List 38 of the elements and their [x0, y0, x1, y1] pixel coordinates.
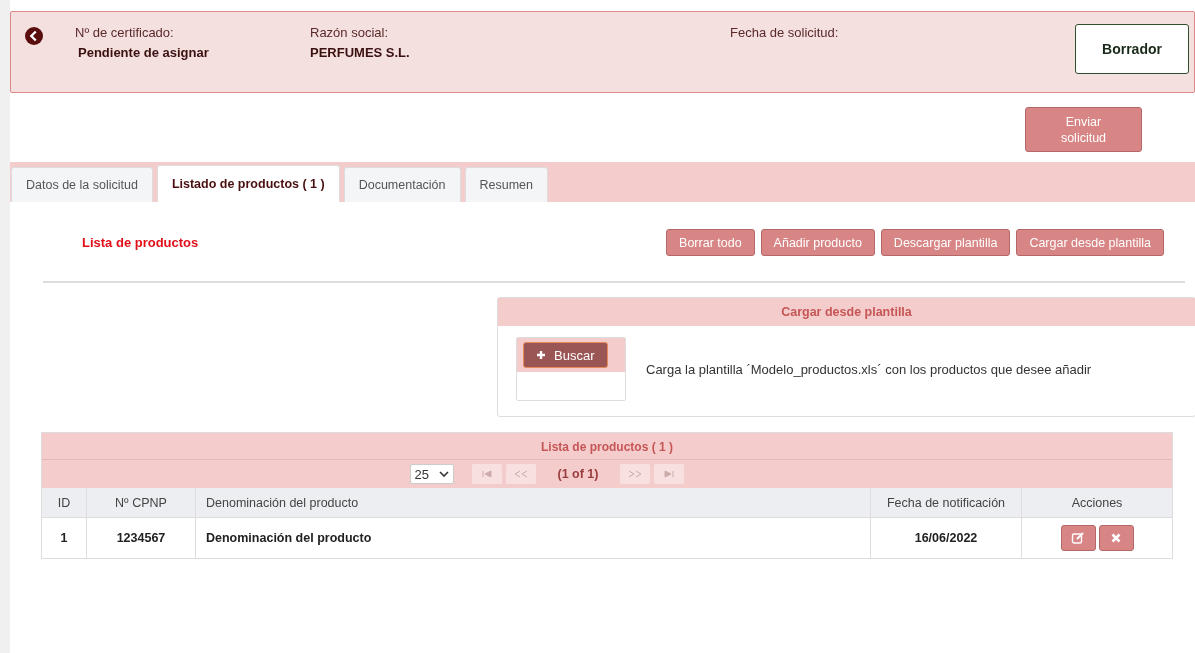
field-label: Nº de certificado: — [75, 25, 175, 40]
chevron-down-icon — [438, 471, 449, 477]
table-cell: Denominación del producto — [195, 517, 871, 558]
browse-button[interactable]: Buscar — [523, 342, 609, 368]
column-header: Nº CPNP — [86, 488, 196, 518]
plus-icon — [536, 350, 546, 360]
last-page-icon[interactable] — [654, 464, 685, 484]
edit-button[interactable] — [1060, 525, 1096, 551]
previous-page-icon[interactable] — [505, 464, 536, 484]
tab[interactable]: Resumen — [464, 167, 549, 202]
close-icon — [1110, 532, 1122, 544]
table-cell: 1 — [42, 517, 87, 558]
panel-title: Cargar desde plantilla — [498, 298, 1195, 326]
column-header: ID — [42, 488, 87, 518]
delete-button[interactable] — [1098, 525, 1134, 551]
tab[interactable]: Listado de productos ( 1 ) — [156, 165, 340, 202]
next-page-icon[interactable] — [620, 464, 651, 484]
table-title: Lista de productos ( 1 ) — [42, 433, 1172, 460]
column-header: Acciones — [1021, 488, 1172, 518]
page-size-select[interactable]: 25 — [409, 464, 454, 484]
first-page-icon[interactable] — [471, 464, 502, 484]
table-cell: 16/06/2022 — [870, 517, 1022, 558]
upload-hint: Carga la plantilla ´Modelo_productos.xls´ con los productos que desee añadir — [646, 361, 1092, 377]
field-label: Razón social: — [310, 25, 390, 40]
tab[interactable]: Datos de la solicitud — [11, 167, 153, 202]
field-value: PERFUMES S.L. — [310, 45, 411, 60]
tab[interactable]: Documentación — [343, 167, 461, 202]
field-value: Pendiente de asignar — [77, 45, 210, 60]
back-icon[interactable] — [25, 27, 43, 45]
edit-icon — [1071, 531, 1085, 545]
file-upload-box[interactable]: Buscar — [516, 337, 626, 401]
field-label: Fecha de solicitud: — [730, 25, 840, 40]
column-header: Fecha de notificación — [870, 488, 1022, 518]
page-info: (1 of 1) — [557, 467, 599, 481]
column-header: Denominación del producto — [195, 488, 871, 518]
status-badge: Borrador — [1075, 24, 1189, 74]
section-title: Lista de productos — [82, 235, 199, 250]
table-cell: 1234567 — [86, 517, 196, 558]
